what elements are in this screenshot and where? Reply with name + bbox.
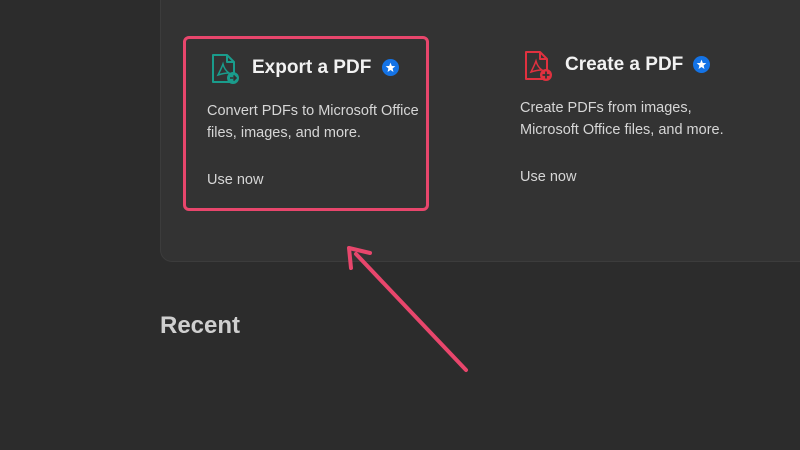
use-now-link[interactable]: Use now <box>520 169 576 185</box>
premium-star-icon <box>382 59 399 76</box>
tool-description: Convert PDFs to Microsoft Office files, … <box>207 103 419 141</box>
premium-star-icon <box>693 56 710 73</box>
recent-heading: Recent <box>160 312 241 339</box>
tool-title: Create a PDF <box>565 54 684 75</box>
use-now-link[interactable]: Use now <box>207 172 263 188</box>
tool-description: Create PDFs from images, Microsoft Offic… <box>520 100 724 138</box>
tool-title: Export a PDF <box>252 57 372 78</box>
acrobat-home-page: Export a PDF Convert PDFs to Microsoft O… <box>0 0 800 450</box>
pdf-create-icon <box>523 50 553 82</box>
tool-card-create-pdf[interactable]: Create a PDF Create PDFs from images, Mi… <box>498 36 744 211</box>
pdf-export-icon <box>210 53 240 85</box>
tool-card-export-pdf[interactable]: Export a PDF Convert PDFs to Microsoft O… <box>183 36 429 211</box>
